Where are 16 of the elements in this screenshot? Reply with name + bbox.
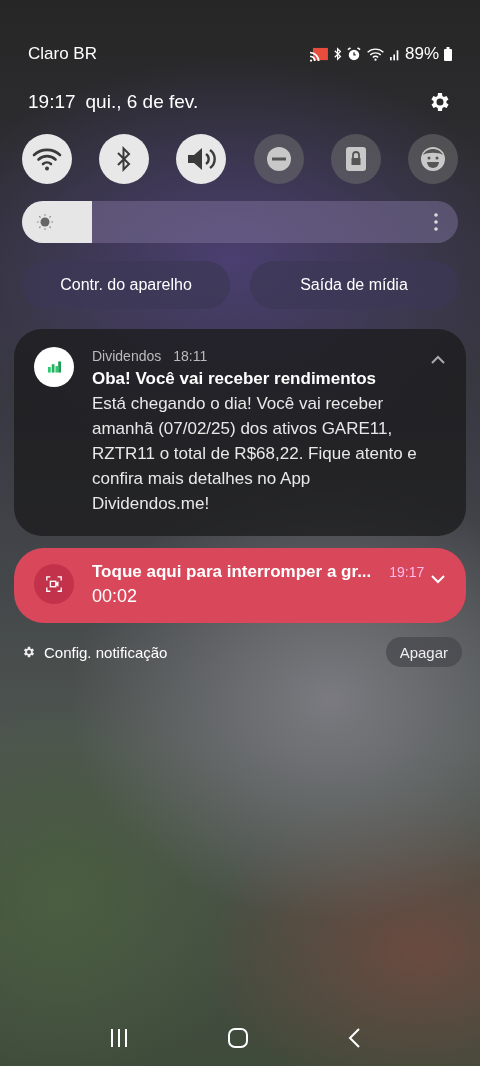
notification-title: Oba! Você vai receber rendimentos [92, 369, 378, 389]
battery-percentage: 89% [404, 44, 439, 64]
elapsed-time: 00:02 [92, 585, 139, 608]
notification-settings-link[interactable]: Config. notificação [44, 643, 168, 661]
date-text: qui., 6 de fev. [85, 91, 199, 113]
recording-notification-card[interactable]: Toque aqui para interromper a gr... 19:17 00:02 [14, 548, 466, 623]
clock-time: 19:17 [28, 91, 76, 113]
clear-button[interactable]: Apagar [385, 637, 462, 667]
notification-time: 19:17 [389, 564, 425, 580]
panel-button[interactable]: Contr. do aparelho [22, 261, 230, 309]
app-name: Dividendos [92, 348, 162, 364]
notification-time: 18:11 [173, 348, 208, 364]
carrier-name: Claro BR [28, 44, 97, 64]
panel-button[interactable]: Saída de mídia [250, 261, 458, 309]
notification-body: Está chegando o dia! Você vai receber amanhã (07/02/25) dos ativos GARE11, RZTR11 o total de R$68,22. Fique atento e confira mais detalhes no App Dividendos.me! [92, 393, 418, 515]
notification-title: Toque aqui para interromper a gr... [92, 562, 372, 582]
